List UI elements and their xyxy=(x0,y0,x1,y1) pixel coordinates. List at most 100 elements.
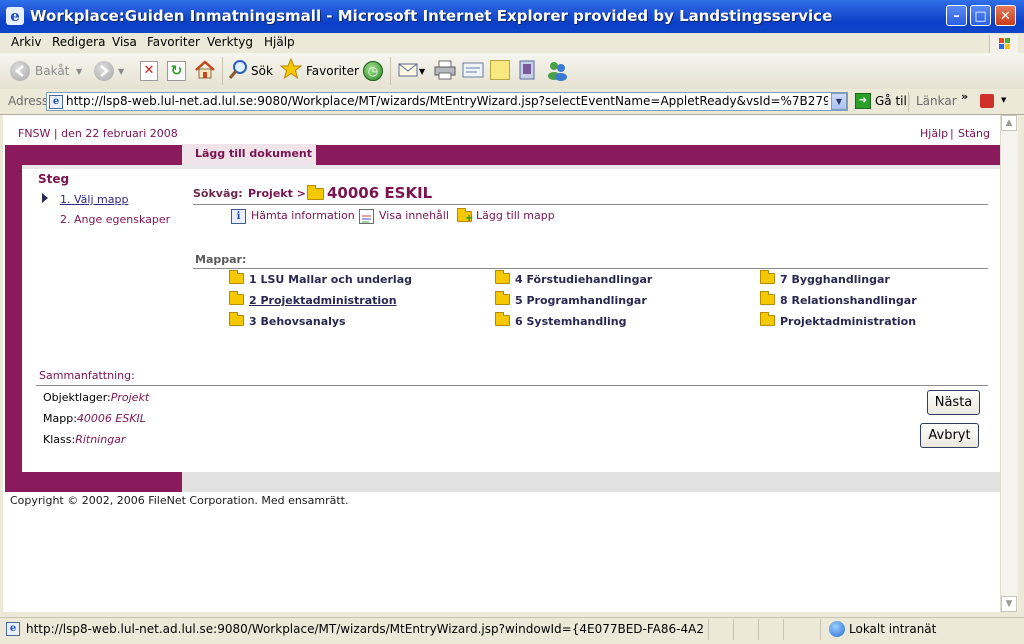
menu-favoriter[interactable]: Favoriter xyxy=(147,35,200,49)
messenger-icon[interactable] xyxy=(546,59,568,81)
step-1-link[interactable]: 1. Välj mapp xyxy=(60,193,128,206)
status-page-icon: e xyxy=(6,622,20,636)
close-link[interactable]: Stäng xyxy=(958,127,990,140)
path-label: Sökväg: xyxy=(193,187,243,200)
folder-icon xyxy=(307,185,324,200)
scroll-up-icon[interactable]: ▲ xyxy=(1001,115,1017,131)
close-window-button[interactable]: ✕ xyxy=(995,5,1016,26)
menu-verktyg[interactable]: Verktyg xyxy=(207,35,253,49)
folders-divider xyxy=(193,268,988,269)
folders-label: Mappar: xyxy=(195,253,247,266)
address-dropdown-icon[interactable]: ▼ xyxy=(831,93,847,110)
favorites-label[interactable]: Favoriter xyxy=(306,64,359,78)
menu-visa[interactable]: Visa xyxy=(112,35,137,49)
summary-label-text: Klass: xyxy=(43,433,76,446)
mail-icon[interactable] xyxy=(398,62,418,78)
favorites-star-icon[interactable] xyxy=(279,57,303,80)
summary-label-text: Objektlager: xyxy=(43,391,111,404)
next-button[interactable]: Nästa xyxy=(927,390,980,415)
links-chevron-icon[interactable]: » xyxy=(961,90,968,103)
search-icon[interactable] xyxy=(228,59,248,81)
folder-icon xyxy=(760,312,775,326)
folder-icon xyxy=(495,312,510,326)
folder-5-programhandlingar[interactable]: 5 Programhandlingar xyxy=(515,294,647,307)
folder-7-bygghandlingar[interactable]: 7 Bygghandlingar xyxy=(780,273,890,286)
mail-dropdown-icon[interactable]: ▼ xyxy=(419,67,425,76)
footer-band-left xyxy=(5,472,182,492)
tab-lagg-till-dokument[interactable]: Lägg till dokument xyxy=(182,144,316,165)
status-separator xyxy=(758,619,759,640)
minimize-button[interactable]: – xyxy=(946,5,967,26)
links-label[interactable]: Länkar xyxy=(916,94,957,108)
path-root[interactable]: Projekt > xyxy=(248,187,306,200)
research-icon[interactable] xyxy=(517,59,537,81)
view-content-icon xyxy=(359,209,374,224)
folder-4-forstudiehandlingar[interactable]: 4 Förstudiehandlingar xyxy=(515,273,652,286)
status-separator xyxy=(820,619,821,640)
folder-icon xyxy=(760,291,775,305)
toolbar: Bakåt ▼ ▼ ✕ ↻ Sök Favoriter ◷ ▼ xyxy=(0,53,1024,90)
maximize-button[interactable]: □ xyxy=(970,5,991,26)
status-separator xyxy=(783,619,784,640)
page-icon: e xyxy=(49,95,63,109)
windows-logo-icon xyxy=(989,35,1018,53)
folder-8-relationshandlingar[interactable]: 8 Relationshandlingar xyxy=(780,294,917,307)
summary-value: Ritningar xyxy=(75,433,126,446)
folder-1-lsu-mallar[interactable]: 1 LSU Mallar och underlag xyxy=(249,273,412,286)
go-button[interactable]: Gå till xyxy=(875,94,910,108)
toolbar-extension-icon[interactable] xyxy=(980,94,994,108)
summary-value: 40006 ESKIL xyxy=(76,412,146,425)
add-folder-link[interactable]: Lägg till mapp xyxy=(476,209,555,222)
folder-2-projektadministration[interactable]: 2 Projektadministration xyxy=(249,294,397,307)
menu-hjalp[interactable]: Hjälp xyxy=(264,35,295,49)
info-icon: i xyxy=(231,209,246,224)
vertical-scrollbar[interactable]: ▲ ▼ xyxy=(1000,115,1018,612)
back-dropdown-icon: ▼ xyxy=(76,67,83,76)
status-separator xyxy=(733,619,734,640)
folder-icon xyxy=(760,270,775,284)
back-button[interactable]: Bakåt ▼ xyxy=(8,58,88,84)
status-url: http://lsp8-web.lul-net.ad.lul.se:9080/W… xyxy=(26,622,704,636)
folder-icon xyxy=(495,270,510,284)
forward-button[interactable] xyxy=(94,61,114,81)
title-bar[interactable]: e Workplace:Guiden Inmatningsmall - Micr… xyxy=(0,0,1024,33)
go-arrow-icon[interactable]: ➜ xyxy=(855,93,871,109)
edit-icon[interactable] xyxy=(462,61,484,79)
help-link[interactable]: Hjälp xyxy=(920,127,948,140)
address-url[interactable]: http://lsp8-web.lul-net.ad.lul.se:9080/W… xyxy=(66,94,828,108)
menu-arkiv[interactable]: Arkiv xyxy=(11,35,42,49)
search-label[interactable]: Sök xyxy=(251,64,273,78)
back-arrow-icon xyxy=(10,61,30,81)
tab-label: Lägg till dokument xyxy=(195,147,312,160)
header-separator: | xyxy=(950,127,954,140)
folder-icon xyxy=(229,291,244,305)
get-info-link[interactable]: Hämta information xyxy=(251,209,355,222)
summary-label: Mapp:40006 ESKIL xyxy=(43,412,146,425)
scroll-down-icon[interactable]: ▼ xyxy=(1001,596,1017,612)
refresh-icon[interactable]: ↻ xyxy=(167,61,186,81)
path-divider xyxy=(193,204,988,205)
discuss-icon[interactable] xyxy=(490,60,510,80)
stop-icon[interactable]: ✕ xyxy=(140,61,158,81)
step-2-link[interactable]: 2. Ange egenskaper xyxy=(60,213,170,226)
folder-6-systemhandling[interactable]: 6 Systemhandling xyxy=(515,315,627,328)
print-icon[interactable] xyxy=(434,60,456,80)
folder-icon xyxy=(229,270,244,284)
add-plus-icon: + xyxy=(465,213,474,224)
path-current: 40006 ESKIL xyxy=(327,184,433,202)
page-header-date: FNSW | den 22 februari 2008 xyxy=(18,127,178,140)
forward-dropdown-icon[interactable]: ▼ xyxy=(118,67,124,76)
copyright-text: Copyright © 2002, 2006 FileNet Corporati… xyxy=(10,494,349,507)
header-shadow xyxy=(5,165,1000,169)
view-content-link[interactable]: Visa innehåll xyxy=(379,209,449,222)
intranet-globe-icon xyxy=(829,621,845,637)
folder-3-behovsanalys[interactable]: 3 Behovsanalys xyxy=(249,315,346,328)
cancel-button[interactable]: Avbryt xyxy=(920,423,979,448)
history-icon[interactable]: ◷ xyxy=(363,61,383,81)
home-icon[interactable] xyxy=(194,59,216,81)
menu-redigera[interactable]: Redigera xyxy=(52,35,105,49)
folder-projektadministration[interactable]: Projektadministration xyxy=(780,315,916,328)
extension-dropdown-icon[interactable]: ▼ xyxy=(1001,96,1006,104)
forward-arrow-icon xyxy=(100,65,109,77)
summary-divider xyxy=(36,385,988,386)
